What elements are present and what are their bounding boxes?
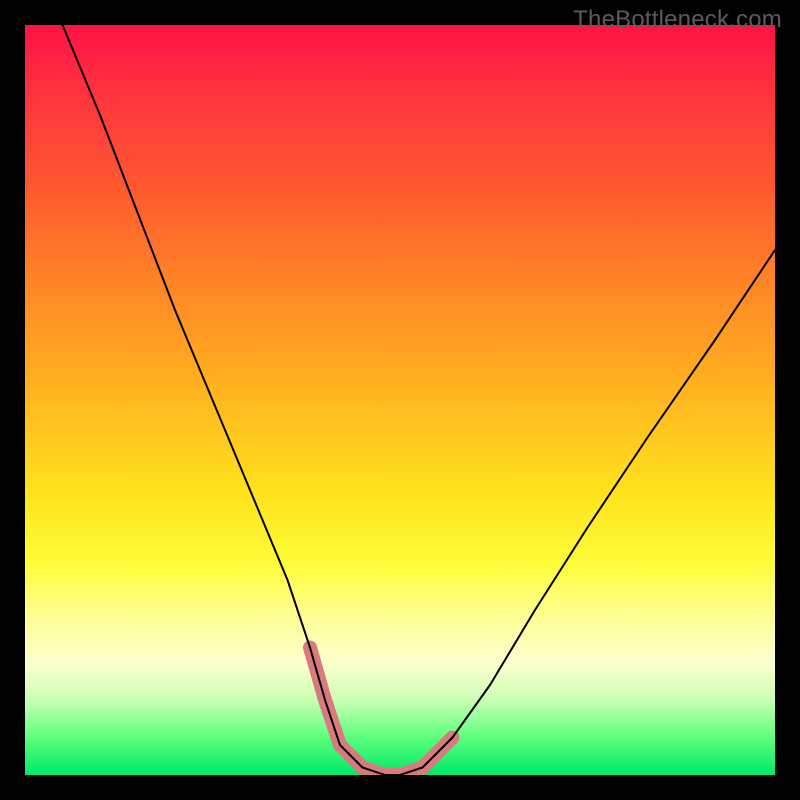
watermark-text: TheBottleneck.com xyxy=(573,6,782,34)
curve-layer xyxy=(25,25,775,775)
chart-frame: TheBottleneck.com xyxy=(0,0,800,800)
bottleneck-curve xyxy=(63,25,776,775)
optimal-zone-highlight xyxy=(310,648,453,776)
plot-area xyxy=(25,25,775,775)
